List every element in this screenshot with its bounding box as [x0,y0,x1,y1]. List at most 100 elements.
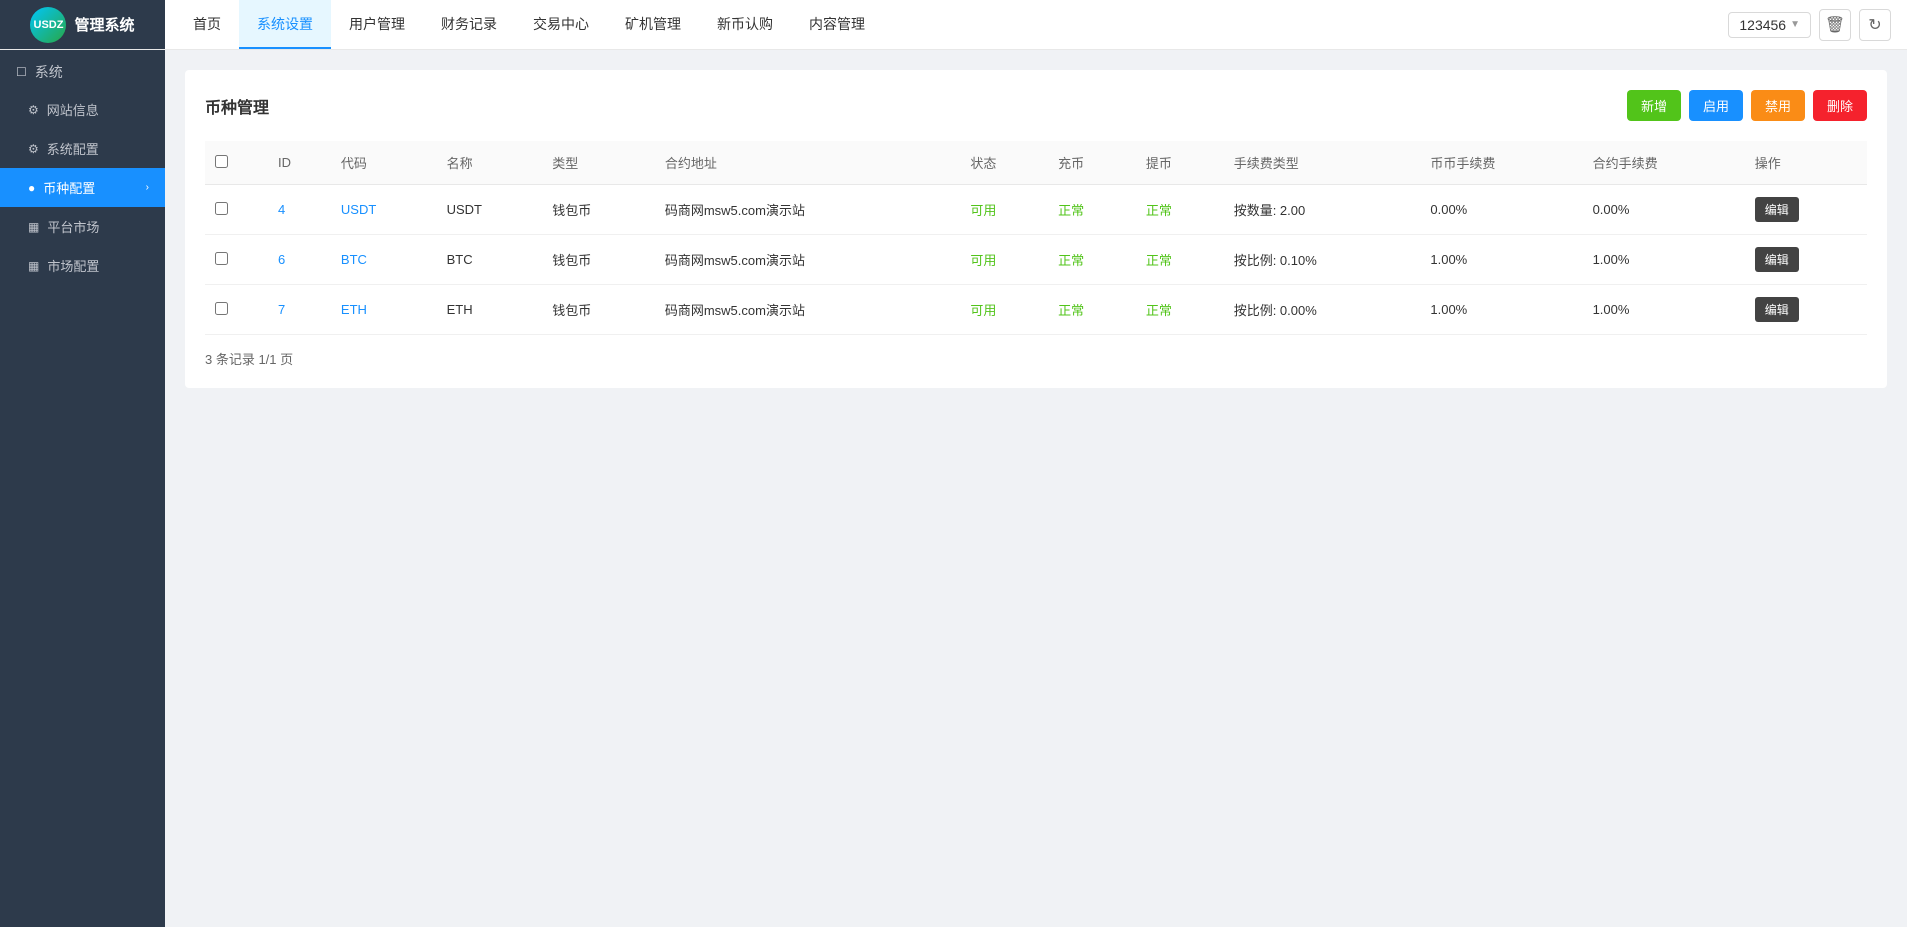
sidebar-item-网站信息[interactable]: ⚙ 网站信息 [0,90,165,129]
cell-fee-type: 按比例: 0.00% [1224,285,1421,335]
action-buttons: 新增 启用 禁用 删除 [1627,90,1867,121]
nav-item-交易中心[interactable]: 交易中心 [515,0,607,49]
sidebar: ☐ 系统 ⚙ 网站信息 ⚙系统配置 ● 币种配置 › ▦ 平台市场 ▦市场配置 [0,50,165,927]
edit-button[interactable]: 编辑 [1755,247,1799,272]
cell-status: 可用 [960,185,1048,235]
col-header-12: 操作 [1745,141,1867,185]
cell-type: 钱包币 [542,235,655,285]
user-dropdown[interactable]: 123456 ▼ [1728,12,1811,38]
sidebar-item-币种配置[interactable]: ● 币种配置 › [0,168,165,207]
col-header-11: 合约手续费 [1583,141,1745,185]
col-header-7: 充币 [1048,141,1136,185]
delete-button[interactable]: 删除 [1813,90,1867,121]
cell-fee-type: 按比例: 0.10% [1224,235,1421,285]
nav-item-矿机管理[interactable]: 矿机管理 [607,0,699,49]
nav-right: 123456 ▼ 🗑 ↻ [1728,9,1907,41]
table-header: ID代码名称类型合约地址状态充币提币手续费类型币币手续费合约手续费操作 [205,141,1867,185]
row-checkbox[interactable] [215,202,228,215]
nav-items: 首页系统设置用户管理财务记录交易中心矿机管理新币认购内容管理 [165,0,1728,49]
top-nav: USDZ 管理系统 首页系统设置用户管理财务记录交易中心矿机管理新币认购内容管理… [0,0,1907,50]
logo-area: USDZ 管理系统 [0,0,165,49]
sidebar-item-市场配置[interactable]: ▦市场配置 [0,246,165,285]
col-header-4: 类型 [542,141,655,185]
pagination-info: 3 条记录 1/1 页 [205,349,1867,368]
col-header-6: 状态 [960,141,1048,185]
sidebar-section-system[interactable]: ☐ 系统 [0,50,165,90]
cell-recharge: 正常 [1048,235,1136,285]
sidebar-icon: ● [28,181,35,195]
col-header-2: 代码 [331,141,437,185]
system-section-icon: ☐ [16,65,27,79]
cell-contract: 码商网msw5.com演示站 [655,235,961,285]
logo-title: 管理系统 [74,14,134,35]
delete-icon-btn[interactable]: 🗑 [1819,9,1851,41]
cell-action: 编辑 [1745,185,1867,235]
sidebar-icon: ▦ [28,259,39,273]
cell-id: 4 [268,185,331,235]
sidebar-item-系统配置[interactable]: ⚙系统配置 [0,129,165,168]
cell-withdraw: 正常 [1136,285,1224,335]
nav-item-内容管理[interactable]: 内容管理 [791,0,883,49]
col-header-3: 名称 [437,141,543,185]
cell-coin-fee: 1.00% [1420,285,1582,335]
sidebar-icon: ⚙ [28,103,39,117]
sidebar-icon: ▦ [28,220,39,234]
page-card: 币种管理 新增 启用 禁用 删除 ID代码名称类型合约地址状态充币提币手续费类型… [185,70,1887,388]
select-all-checkbox[interactable] [215,155,228,168]
sidebar-label: 币种配置 [43,178,95,197]
cell-withdraw: 正常 [1136,185,1224,235]
nav-item-财务记录[interactable]: 财务记录 [423,0,515,49]
cell-status: 可用 [960,235,1048,285]
sidebar-label: 平台市场 [47,217,99,236]
sidebar-label: 网站信息 [47,100,99,119]
cell-code: USDT [331,185,437,235]
cell-id: 7 [268,285,331,335]
nav-item-系统设置[interactable]: 系统设置 [239,0,331,49]
cell-name: ETH [437,285,543,335]
logo-icon: USDZ [30,7,66,43]
table-row: 7ETHETH钱包币码商网msw5.com演示站可用正常正常按比例: 0.00%… [205,285,1867,335]
nav-item-用户管理[interactable]: 用户管理 [331,0,423,49]
cell-recharge: 正常 [1048,185,1136,235]
cell-coin-fee: 0.00% [1420,185,1582,235]
refresh-icon-btn[interactable]: ↻ [1859,9,1891,41]
edit-button[interactable]: 编辑 [1755,297,1799,322]
cell-action: 编辑 [1745,235,1867,285]
sidebar-item-平台市场[interactable]: ▦ 平台市场 [0,207,165,246]
col-header-9: 手续费类型 [1224,141,1421,185]
disable-button[interactable]: 禁用 [1751,90,1805,121]
edit-button[interactable]: 编辑 [1755,197,1799,222]
cell-name: BTC [437,235,543,285]
sidebar-icon: ⚙ [28,142,39,156]
sidebar-section-label: 系统 [35,62,63,82]
row-checkbox[interactable] [215,302,228,315]
nav-item-新币认购[interactable]: 新币认购 [699,0,791,49]
table-row: 6BTCBTC钱包币码商网msw5.com演示站可用正常正常按比例: 0.10%… [205,235,1867,285]
cell-contract-fee: 1.00% [1583,285,1745,335]
col-header-0 [205,141,268,185]
cell-contract-fee: 0.00% [1583,185,1745,235]
cell-contract: 码商网msw5.com演示站 [655,285,961,335]
cell-code: ETH [331,285,437,335]
cell-withdraw: 正常 [1136,235,1224,285]
cell-recharge: 正常 [1048,285,1136,335]
enable-button[interactable]: 启用 [1689,90,1743,121]
cell-type: 钱包币 [542,185,655,235]
col-header-1: ID [268,141,331,185]
nav-item-首页[interactable]: 首页 [175,0,239,49]
col-header-8: 提币 [1136,141,1224,185]
username-label: 123456 [1739,17,1786,33]
main-layout: ☐ 系统 ⚙ 网站信息 ⚙系统配置 ● 币种配置 › ▦ 平台市场 ▦市场配置 币种管理 新增 … [0,50,1907,927]
coin-table: ID代码名称类型合约地址状态充币提币手续费类型币币手续费合约手续费操作 4USD… [205,141,1867,335]
cell-coin-fee: 1.00% [1420,235,1582,285]
dropdown-arrow: ▼ [1790,19,1800,30]
row-checkbox[interactable] [215,252,228,265]
col-header-10: 币币手续费 [1420,141,1582,185]
refresh-icon: ↻ [1868,15,1881,35]
add-button[interactable]: 新增 [1627,90,1681,121]
cell-contract: 码商网msw5.com演示站 [655,185,961,235]
sidebar-arrow: › [146,182,149,193]
cell-id: 6 [268,235,331,285]
cell-contract-fee: 1.00% [1583,235,1745,285]
logo-icon-text: USDZ [34,19,64,31]
